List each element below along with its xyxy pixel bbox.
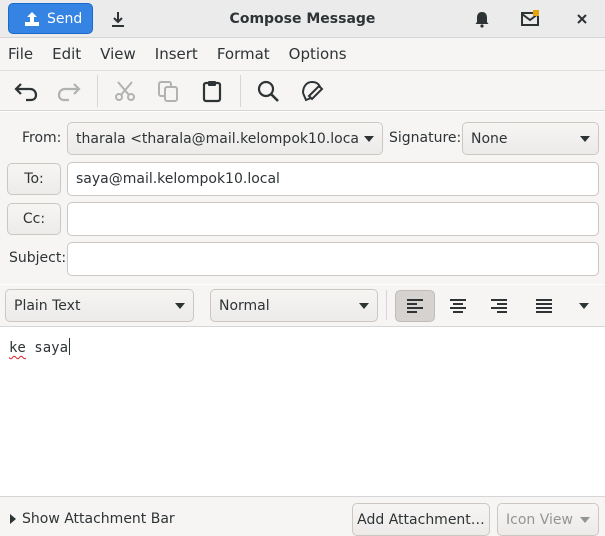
send-label: Send	[47, 10, 83, 27]
menu-file[interactable]: File	[8, 45, 33, 63]
paragraph-style-value: Normal	[219, 297, 270, 314]
from-label: From:	[22, 130, 62, 146]
notification-icon[interactable]	[470, 7, 494, 31]
justify-button[interactable]	[526, 290, 562, 322]
justify-icon	[536, 299, 552, 313]
show-attachment-bar-label: Show Attachment Bar	[22, 511, 175, 527]
chevron-right-icon	[10, 514, 16, 524]
copy-icon[interactable]	[152, 75, 184, 107]
send-button[interactable]: Send	[8, 3, 93, 34]
align-center-button[interactable]	[440, 290, 476, 322]
chevron-down-icon	[175, 302, 185, 309]
subject-field[interactable]	[67, 242, 599, 276]
to-value: saya@mail.kelompok10.local	[76, 171, 280, 187]
align-left-button[interactable]	[395, 290, 435, 322]
more-formatting-button[interactable]	[566, 290, 602, 322]
cut-icon[interactable]	[109, 75, 141, 107]
align-center-icon	[450, 299, 466, 313]
editor-mode-combobox[interactable]: Plain Text	[5, 289, 194, 322]
cc-button[interactable]: Cc:	[7, 203, 61, 235]
paragraph-style-combobox[interactable]: Normal	[210, 289, 378, 322]
align-right-icon	[491, 299, 507, 313]
message-body-editor[interactable]: ke saya	[0, 328, 605, 496]
chevron-down-icon	[359, 302, 369, 309]
chevron-down-icon	[364, 135, 374, 142]
menu-format[interactable]: Format	[217, 45, 270, 63]
menu-view[interactable]: View	[100, 45, 136, 63]
align-right-button[interactable]	[481, 290, 517, 322]
attachment-view-combobox[interactable]: Icon View	[497, 503, 599, 536]
editor-mode-value: Plain Text	[14, 297, 81, 314]
toolbar-separator	[97, 75, 98, 107]
show-attachment-bar-toggle[interactable]: Show Attachment Bar	[10, 511, 175, 527]
redo-icon[interactable]	[53, 75, 85, 107]
menu-insert[interactable]: Insert	[155, 45, 198, 63]
misspelled-word: ke	[9, 340, 26, 356]
cc-field[interactable]	[67, 202, 599, 236]
mail-status-icon[interactable]	[518, 7, 542, 31]
cc-label: Cc:	[22, 211, 46, 227]
add-attachment-label: Add Attachment…	[357, 511, 485, 528]
chevron-down-icon	[579, 303, 589, 309]
align-left-icon	[407, 299, 423, 313]
find-icon[interactable]	[252, 75, 284, 107]
menu-bar: File Edit View Insert Format Options	[0, 38, 605, 71]
to-label: To:	[24, 171, 44, 187]
menu-edit[interactable]: Edit	[52, 45, 81, 63]
signature-label: Signature:	[389, 130, 462, 146]
to-button[interactable]: To:	[7, 163, 61, 195]
send-icon	[23, 10, 41, 28]
chevron-down-icon	[580, 516, 590, 523]
from-combobox[interactable]: tharala <tharala@mail.kelompok10.local>	[67, 122, 383, 155]
close-icon[interactable]	[570, 7, 594, 31]
to-field[interactable]: saya@mail.kelompok10.local	[67, 162, 599, 196]
signature-combobox[interactable]: None	[462, 122, 599, 155]
toolbar-separator	[240, 75, 241, 107]
spellcheck-icon[interactable]	[296, 75, 328, 107]
add-attachment-button[interactable]: Add Attachment…	[352, 503, 490, 536]
subject-label: Subject:	[9, 250, 67, 266]
from-value: tharala <tharala@mail.kelompok10.local>	[76, 130, 358, 147]
chevron-down-icon	[580, 135, 590, 142]
save-draft-icon[interactable]	[106, 7, 130, 31]
toolbar-separator	[386, 290, 387, 320]
menu-options[interactable]: Options	[289, 45, 347, 63]
message-body-text: ke saya	[9, 338, 71, 356]
body-word: saya	[34, 340, 69, 356]
paste-icon[interactable]	[196, 75, 228, 107]
signature-value: None	[471, 130, 508, 147]
undo-icon[interactable]	[10, 75, 42, 107]
text-cursor	[69, 338, 71, 355]
attachment-view-value: Icon View	[506, 511, 573, 528]
